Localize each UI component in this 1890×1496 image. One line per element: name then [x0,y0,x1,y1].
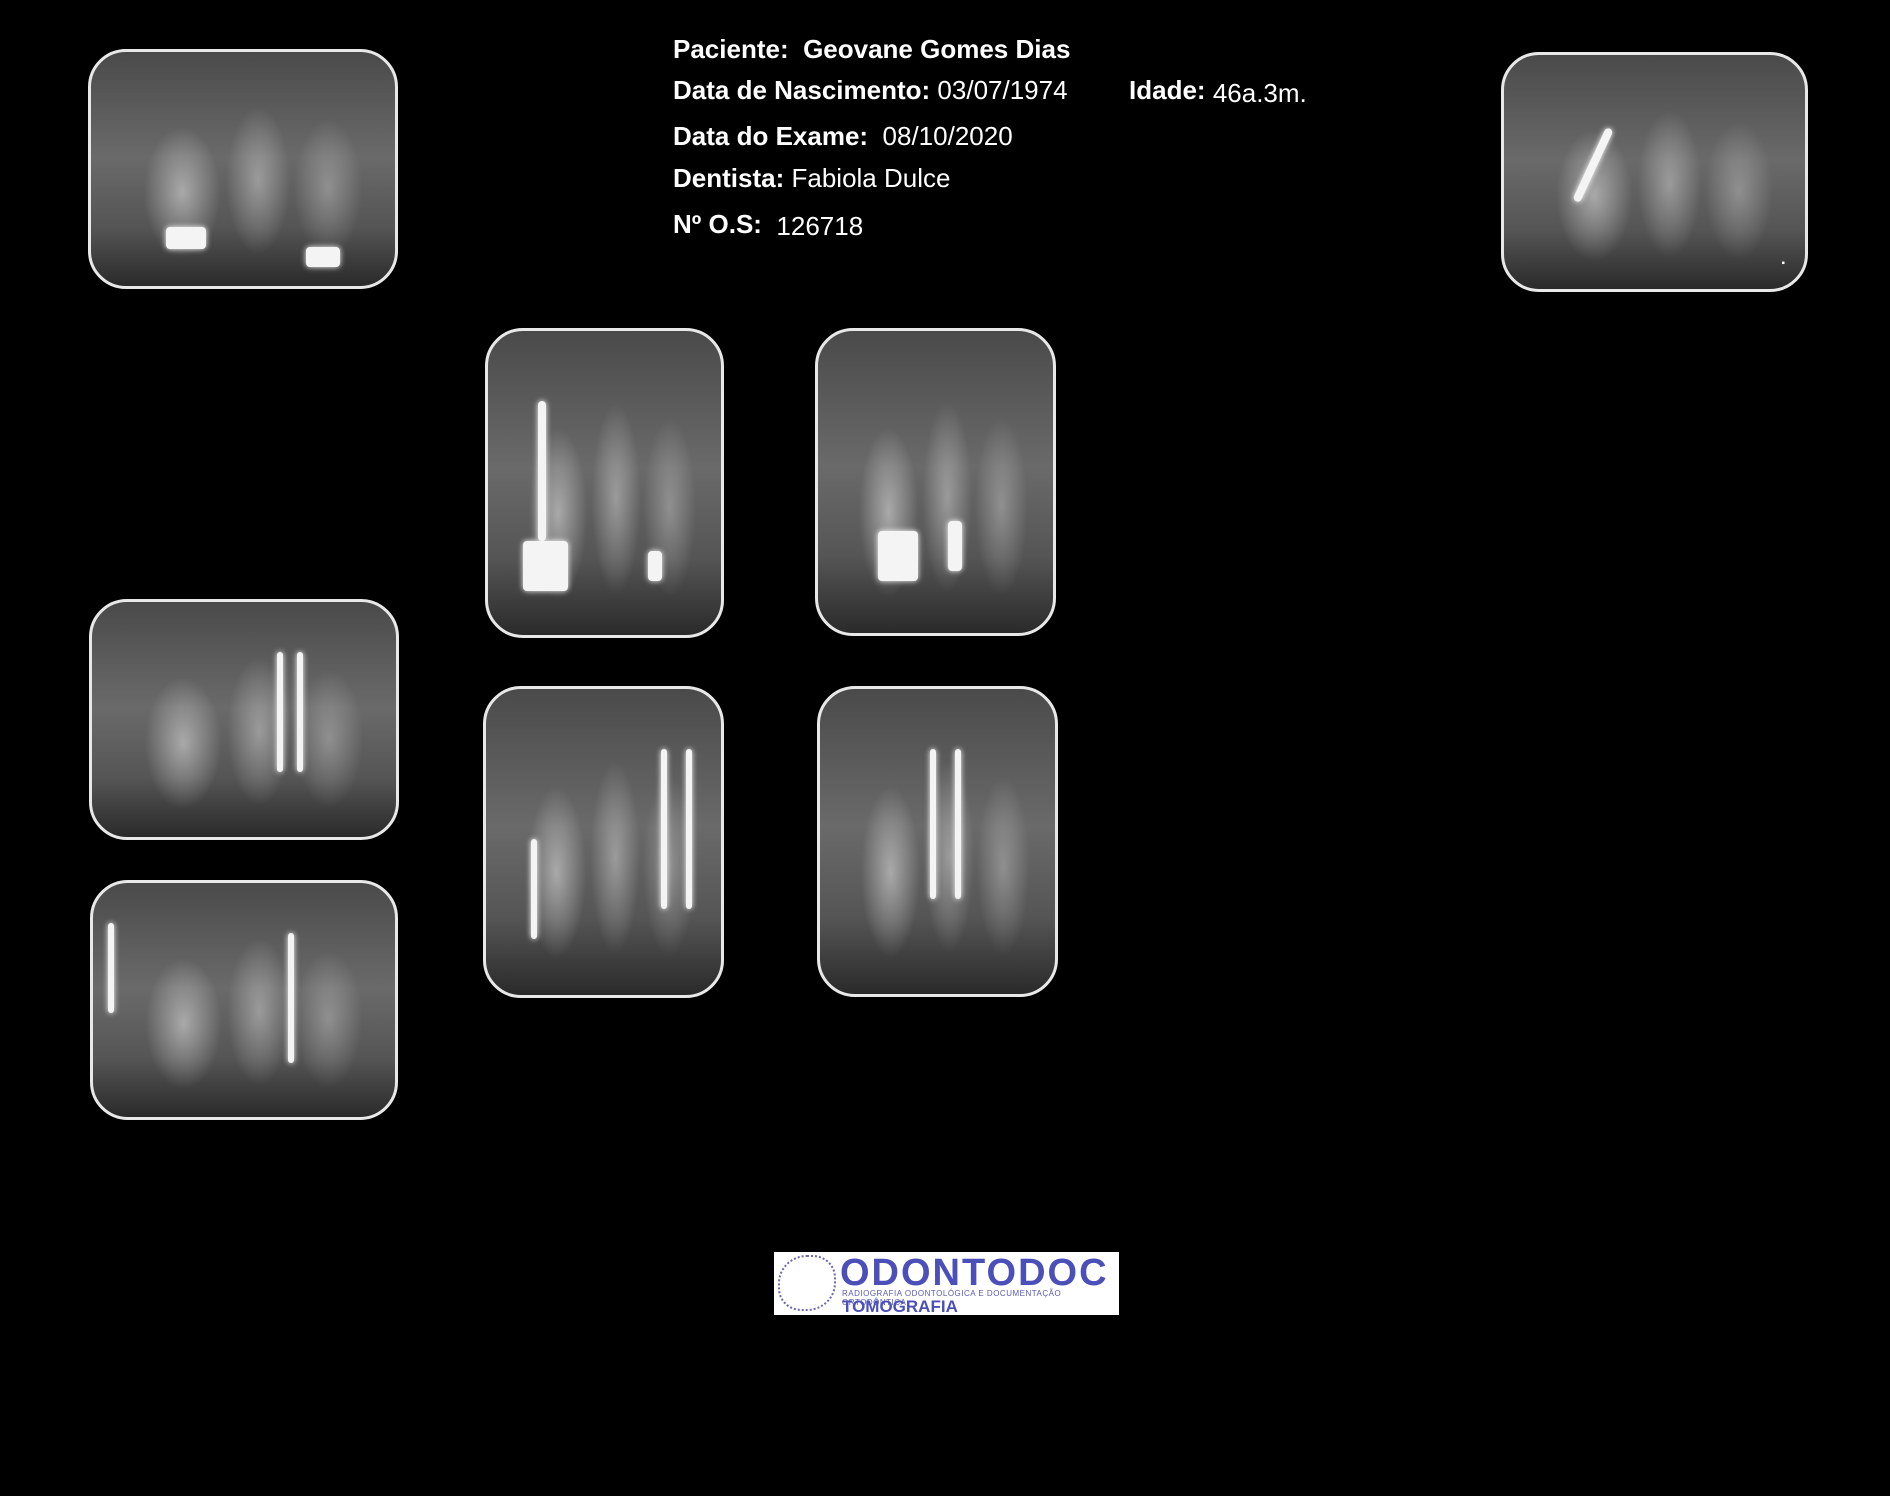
radiograph-upper-anterior-right[interactable] [485,328,724,638]
root-filling [661,749,667,909]
logo-subtitle: TOMOGRAFIA COMPUTADORIZADA [842,1297,958,1315]
age-label: Idade: [1129,75,1206,105]
root-filling [288,933,294,1063]
restoration [166,227,206,249]
radiograph-upper-left-posterior[interactable]: ▪ [1501,52,1808,292]
root-filling [955,749,961,899]
restoration [523,541,568,591]
patient-name-label: Paciente: [673,34,789,64]
orientation-marker: ▪ [1781,258,1785,269]
dentist-row: Dentista: Fabiola Dulce [673,163,950,194]
radiograph-lower-right-premolar[interactable] [90,880,398,1120]
root-filling [930,749,936,899]
radiograph-upper-anterior-left[interactable] [815,328,1056,636]
birth-row: Data de Nascimento: 03/07/1974 [673,75,1068,106]
root-filling [277,652,283,772]
root-filling [297,652,303,772]
root-filling [686,749,692,909]
odontodoc-logo: ODONTODOC RADIOGRAFIA ODONTOLÓGICA E DOC… [774,1252,1119,1315]
exam-date: 08/10/2020 [882,121,1013,151]
radiograph-lower-anterior-right[interactable] [483,686,724,998]
root-filling [108,923,114,1013]
root-filling [531,839,537,939]
birth-date: 03/07/1974 [937,75,1068,105]
root-filling [538,401,546,541]
os-number: 126718 [776,211,864,241]
dentist-name: Fabiola Dulce [791,163,951,193]
radiograph-lower-right-molar[interactable] [89,599,399,840]
age-value: 46a.3m. [1212,78,1307,108]
os-row: Nº O.S: 126718 [673,209,864,241]
radiograph-upper-right-posterior[interactable] [88,49,398,289]
dentist-label: Dentista: [673,163,785,193]
root-filling [1572,127,1614,203]
exam-row: Data do Exame: 08/10/2020 [673,121,1013,152]
age-row: Idade: 46a.3m. [1129,75,1307,108]
restoration [648,551,662,581]
exam-label: Data do Exame: [673,121,869,151]
restoration [878,531,918,581]
os-label: Nº O.S: [673,209,762,239]
logo-emblem-icon [778,1255,836,1311]
patient-name: Geovane Gomes Dias [803,34,1071,64]
restoration [948,521,962,571]
radiograph-lower-anterior-left[interactable] [817,686,1058,997]
patient-name-row: Paciente: Geovane Gomes Dias [673,34,1070,65]
birth-label: Data de Nascimento: [673,75,931,105]
restoration [306,247,340,267]
